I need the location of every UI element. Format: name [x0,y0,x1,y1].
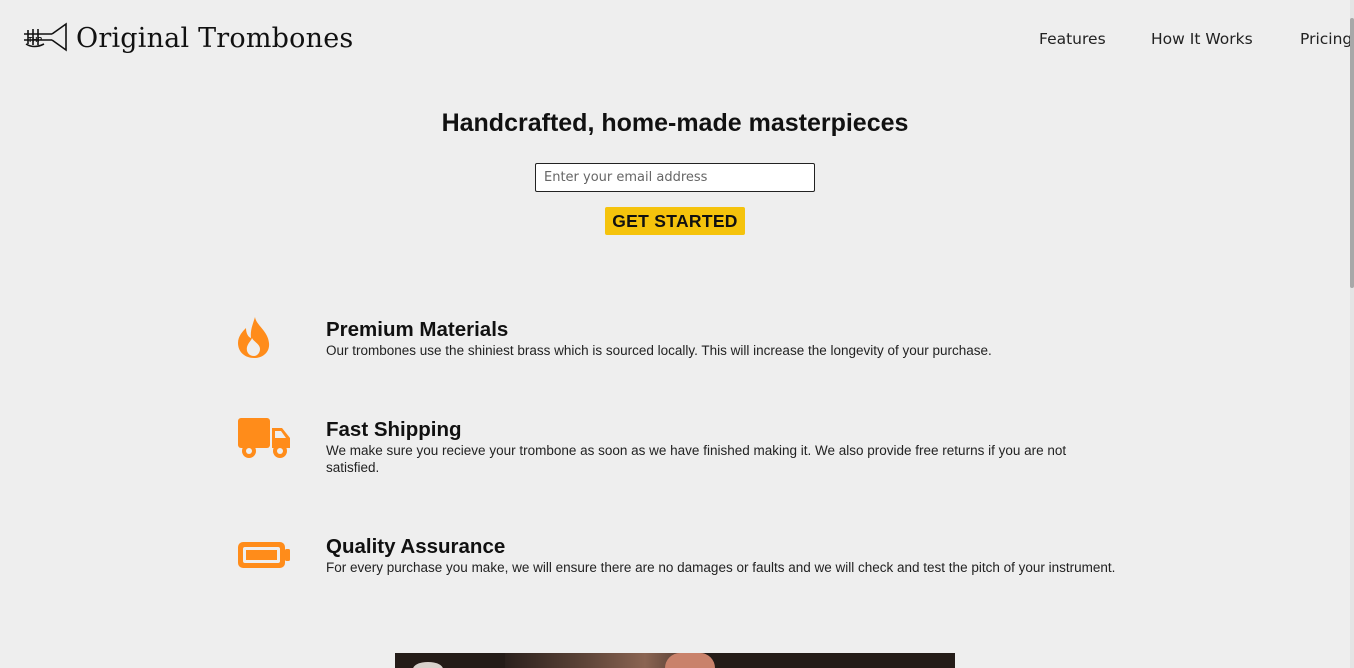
nav-link-features[interactable]: Features [1039,30,1106,48]
battery-icon [238,542,290,568]
get-started-button[interactable]: GET STARTED [605,207,745,235]
feature-title: Quality Assurance [326,535,506,558]
nav-link-pricing[interactable]: Pricing [1300,30,1352,48]
video-embed[interactable] [395,653,955,668]
hero-title: Handcrafted, home-made masterpieces [441,109,909,137]
scrollbar-thumb[interactable] [1350,18,1354,288]
feature-description: For every purchase you make, we will ens… [326,560,1116,575]
feature-description: Our trombones use the shiniest brass whi… [326,343,992,358]
fire-icon [238,317,270,358]
page: THP Original Trombones Features How It W… [0,0,1354,668]
site-header: THP Original Trombones Features How It W… [0,0,1354,80]
feature-title: Premium Materials [326,318,509,341]
nav-link-how-it-works[interactable]: How It Works [1151,30,1253,48]
truck-icon [238,418,290,458]
main-nav: Features How It Works Pricing [0,30,1354,50]
page-scrollbar[interactable] [1350,0,1354,668]
video-channel-avatar [413,662,443,668]
feature-title: Fast Shipping [326,418,462,441]
feature-description: We make sure you recieve your trombone a… [326,443,1067,475]
video-thumbnail-detail [665,653,715,668]
email-input[interactable] [535,163,815,192]
